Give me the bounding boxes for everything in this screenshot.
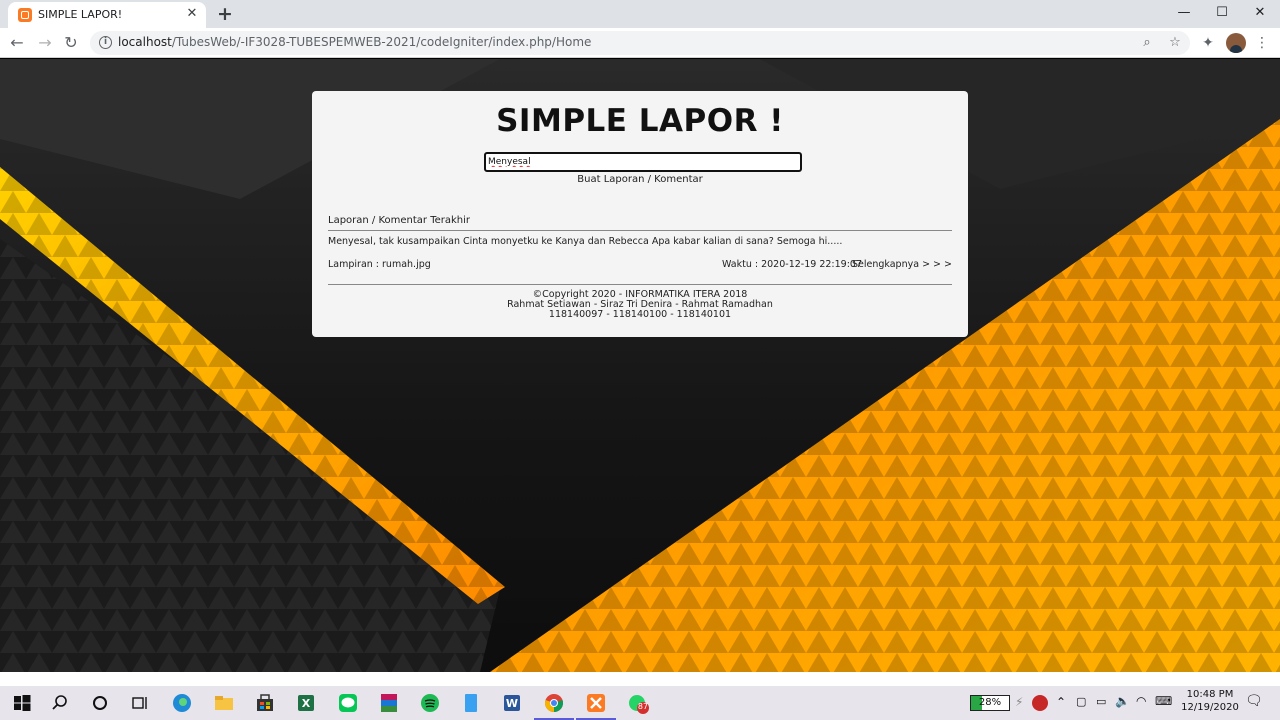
browser-tab[interactable]: SIMPLE LAPOR! ✕ xyxy=(8,2,206,28)
xampp-icon[interactable] xyxy=(584,691,608,715)
battery-tray-icon[interactable]: ▭ xyxy=(1096,695,1106,708)
read-more-link[interactable]: Selengkapnya > > > xyxy=(852,259,952,270)
bookmark-star-icon[interactable]: ☆ xyxy=(1166,34,1184,52)
footer: ©Copyright 2020 - INFORMATIKA ITERA 2018… xyxy=(312,290,968,320)
footer-ids: 118140097 - 118140100 - 118140101 xyxy=(548,309,732,320)
chevron-up-icon[interactable]: ⌃ xyxy=(1056,695,1066,709)
reload-icon[interactable]: ↻ xyxy=(60,32,82,54)
url-text[interactable]: localhost/TubesWeb/-IF3028-TUBESPEMWEB-2… xyxy=(118,35,591,49)
page-viewport: SIMPLE LAPOR ! Buat Laporan / Komentar L… xyxy=(0,59,1280,672)
clock-date: 12/19/2020 xyxy=(1181,702,1239,713)
battery-percent: 28% xyxy=(978,697,1002,708)
back-icon[interactable]: ← xyxy=(6,32,28,54)
antivirus-icon[interactable] xyxy=(1030,693,1050,713)
menu-kebab-icon[interactable]: ⋮ xyxy=(1252,33,1272,53)
battery-indicator[interactable]: 28% xyxy=(970,695,1010,711)
create-report-link[interactable]: Buat Laporan / Komentar xyxy=(312,174,968,185)
search-icon[interactable] xyxy=(48,691,72,715)
new-tab-icon[interactable]: + xyxy=(214,4,236,26)
chrome-icon[interactable] xyxy=(542,691,566,715)
section-heading: Laporan / Komentar Terakhir xyxy=(328,215,471,226)
attachment-label: Lampiran : rumah.jpg xyxy=(328,259,431,270)
winrar-icon[interactable] xyxy=(377,691,401,715)
excel-icon[interactable]: X xyxy=(294,691,318,715)
divider xyxy=(328,230,952,231)
minimize-icon[interactable]: — xyxy=(1166,2,1202,24)
page-title: SIMPLE LAPOR ! xyxy=(496,103,784,139)
windows-start-icon[interactable] xyxy=(10,691,34,715)
profile-avatar[interactable] xyxy=(1226,33,1246,53)
tab-title: SIMPLE LAPOR! xyxy=(38,8,123,21)
spotify-icon[interactable] xyxy=(418,691,442,715)
forward-icon[interactable]: → xyxy=(34,32,56,54)
xampp-favicon-icon xyxy=(18,8,32,22)
page-bottom-gap xyxy=(0,672,1280,686)
svg-text:W: W xyxy=(506,697,518,710)
address-bar[interactable]: i localhost/TubesWeb/-IF3028-TUBESPEMWEB… xyxy=(90,31,1190,55)
browser-toolbar: ← → ↻ i localhost/TubesWeb/-IF3028-TUBES… xyxy=(0,28,1280,58)
report-text: Menyesal, tak kusampaikan Cinta monyetku… xyxy=(328,236,843,247)
extensions-icon[interactable]: ✦ xyxy=(1198,33,1218,53)
volume-icon[interactable]: 🔈 xyxy=(1115,694,1130,708)
meet-now-icon[interactable]: ▢ xyxy=(1076,695,1086,708)
task-view-icon[interactable] xyxy=(128,691,152,715)
window-close-icon[interactable]: ✕ xyxy=(1242,2,1278,24)
cortana-icon[interactable] xyxy=(88,691,112,715)
main-card: SIMPLE LAPOR ! Buat Laporan / Komentar L… xyxy=(312,91,968,337)
maximize-icon[interactable]: ☐ xyxy=(1204,2,1240,24)
clock-time: 10:48 PM xyxy=(1186,689,1234,700)
zoom-icon[interactable]: ⌕ xyxy=(1138,34,1156,52)
keyboard-icon[interactable]: ⌨ xyxy=(1155,694,1172,708)
notification-icon[interactable]: 🗨 xyxy=(1245,693,1263,709)
plug-icon: ⚡ xyxy=(1015,695,1024,709)
svg-text:X: X xyxy=(302,697,311,710)
whatsapp-badge: 87 xyxy=(637,702,649,711)
browser-tabstrip: SIMPLE LAPOR! ✕ + — ☐ ✕ xyxy=(0,0,1280,28)
file-explorer-icon[interactable] xyxy=(212,691,236,715)
close-icon[interactable]: ✕ xyxy=(184,6,200,22)
wifi-icon[interactable]: ◠ xyxy=(1136,694,1146,708)
search-input[interactable] xyxy=(484,152,802,172)
clock[interactable]: 10:48 PM 12/19/2020 xyxy=(1180,689,1240,713)
report-timestamp: Waktu : 2020-12-19 22:19:07 xyxy=(722,259,862,270)
taskbar: X W 87 28% ⚡ ⌃ ▢ ▭ 🔈 ◠ ⌨ 10:48 PM 12/19/… xyxy=(0,686,1280,720)
notepad-icon[interactable] xyxy=(459,691,483,715)
store-icon[interactable] xyxy=(253,691,277,715)
edge-icon[interactable] xyxy=(170,691,194,715)
word-icon[interactable]: W xyxy=(500,691,524,715)
divider xyxy=(328,284,952,285)
info-icon[interactable]: i xyxy=(99,36,112,49)
line-app-icon[interactable] xyxy=(336,691,360,715)
